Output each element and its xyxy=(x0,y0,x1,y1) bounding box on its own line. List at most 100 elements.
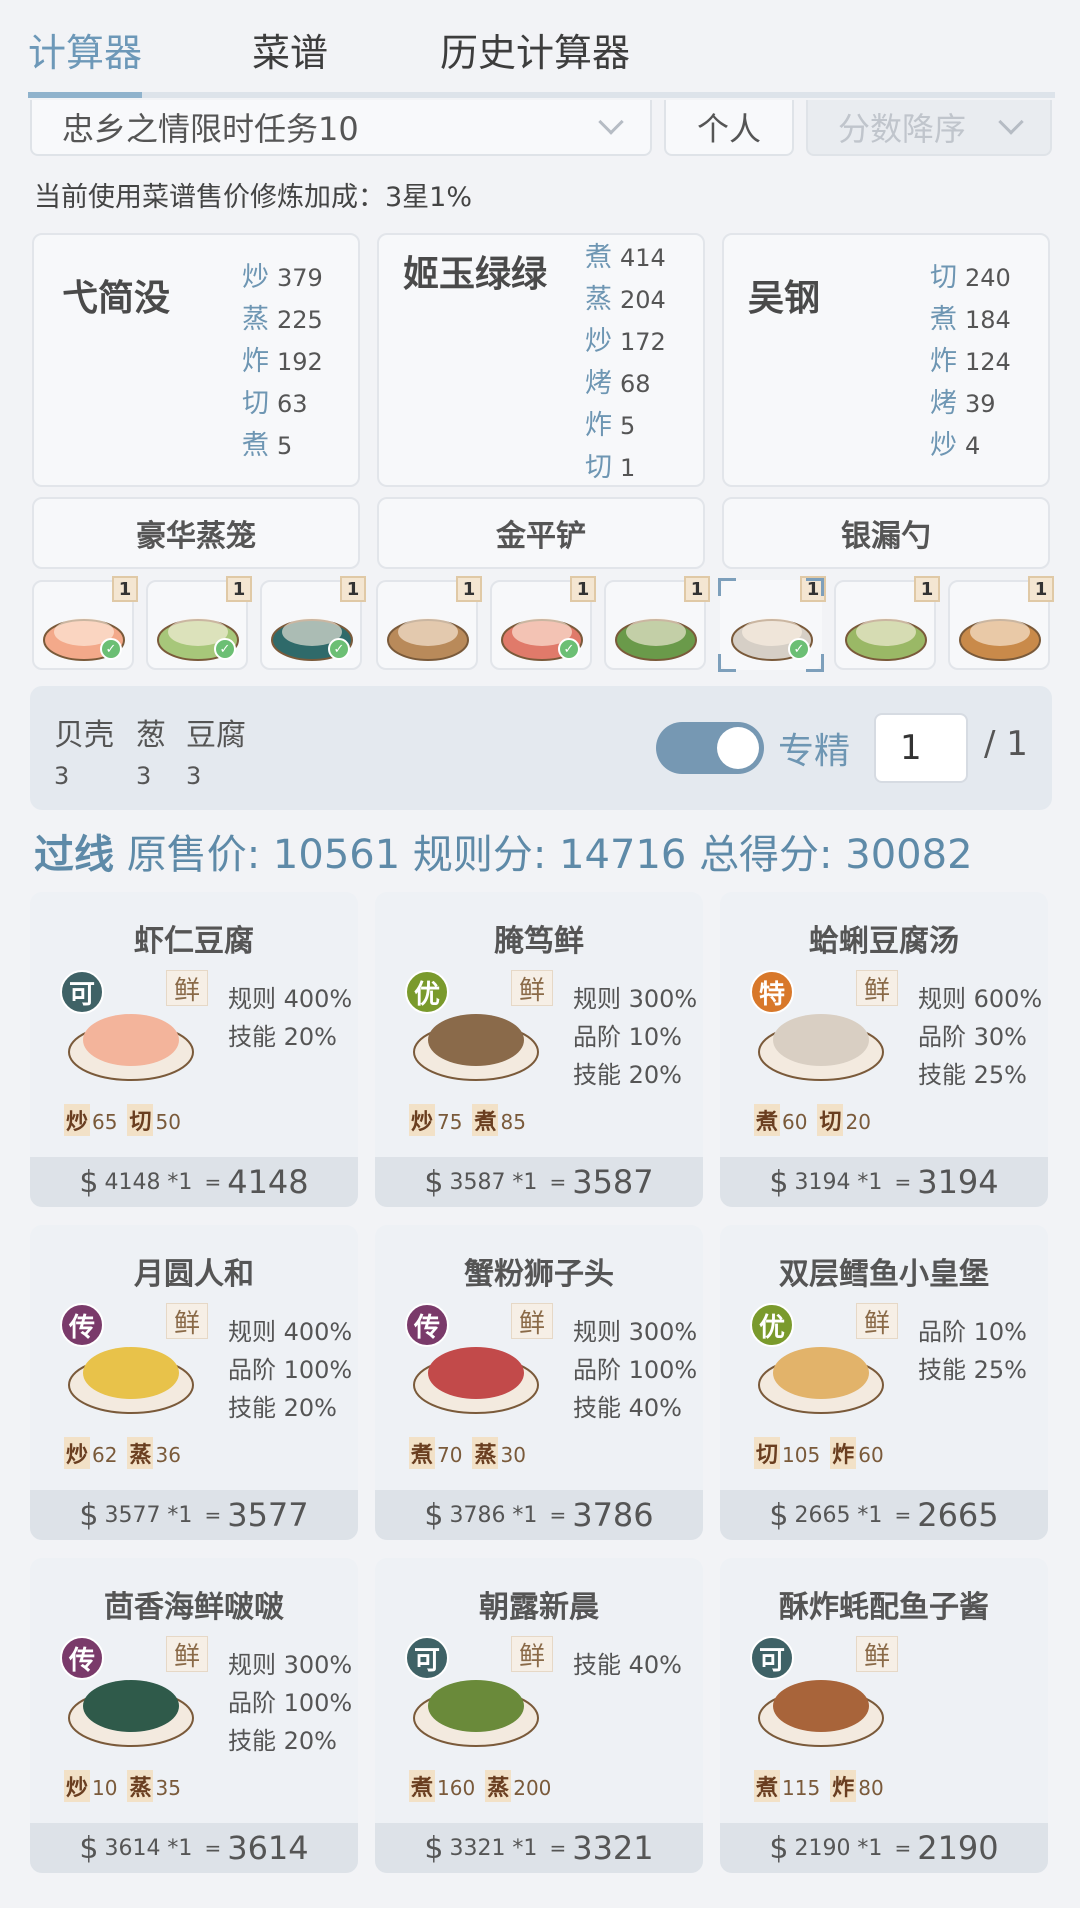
dish-bonus: 品阶 100% xyxy=(228,1689,353,1717)
equipment-slot[interactable]: 豪华蒸笼 xyxy=(32,497,360,569)
dish-bonus: 技能 20% xyxy=(228,1394,337,1422)
dish-card[interactable]: 朝露新晨可 鲜技能 40% 煮 160 蒸 200 $3321 *1 = 3321 xyxy=(375,1558,703,1873)
skill-row: 蒸 204 xyxy=(585,284,666,315)
dish-card[interactable]: 酥炸蚝配鱼子酱可 鲜煮 115 炸 80 $2190 *1 = 2190 xyxy=(720,1558,1048,1873)
score-summary: 过线 原售价: 10561 规则分: 14716 总得分: 30082 xyxy=(34,822,973,880)
skill-row: 煮 414 xyxy=(585,242,666,273)
skill-row: 烤 39 xyxy=(930,388,996,419)
chef-card[interactable]: 弋简没 炒 379 蒸 225 炸 192 切 63 煮5 xyxy=(32,233,360,487)
selection-corner xyxy=(718,578,736,596)
dish-bonus-list: 规则 600% 品阶 30% 技能 25% xyxy=(918,980,1042,1094)
dish-total-price: 3587 xyxy=(572,1163,654,1201)
dish-skill: 炸 60 xyxy=(830,1437,884,1469)
dish-bonus-list: 规则 300% 品阶 100% 技能 20% xyxy=(228,1646,352,1760)
dish-price-row: $3786 *1 = 3786 xyxy=(375,1490,703,1540)
dish-price-row: $3194 *1 = 3194 xyxy=(720,1157,1048,1207)
dish-base-price: 3614 *1 xyxy=(104,1835,193,1861)
recipe-bonus-info: 当前使用菜谱售价修炼加成：3星1% xyxy=(34,182,473,213)
dish-skill: 煮 160 xyxy=(409,1770,475,1802)
dish-bonus: 品阶 30% xyxy=(918,1023,1027,1051)
chef-name: 弋简没 xyxy=(62,278,171,319)
chef-card[interactable]: 吴钢 切 240 煮 184 炸 124 烤 39 炒4 xyxy=(722,233,1050,487)
task-select[interactable]: 忠乡之情限时任务10 xyxy=(30,100,652,156)
rule-score-label: 规则分: xyxy=(412,832,547,878)
dish-price-row: $2665 *1 = 2665 xyxy=(720,1490,1048,1540)
skill-row: 蒸 225 xyxy=(242,304,323,335)
dish-bonus: 技能 40% xyxy=(573,1394,682,1422)
dish-skill-requirements: 煮 70 蒸 30 xyxy=(409,1437,526,1469)
recipe-thumbnail[interactable]: 1 ✓ xyxy=(490,576,596,670)
equals-sign: = xyxy=(549,1170,567,1194)
dish-base-price: 2665 *1 xyxy=(794,1502,883,1528)
dish-bonus: 技能 20% xyxy=(228,1727,337,1755)
grade-badge: 优 xyxy=(750,1303,794,1347)
dish-bonus-list: 技能 40% xyxy=(573,1646,682,1684)
dish-bonus: 技能 20% xyxy=(573,1061,682,1089)
recipe-count-badge: 1 xyxy=(112,576,138,602)
chef-name: 姬玉绿绿 xyxy=(403,254,548,295)
dish-title: 月圆人和 xyxy=(134,1257,254,1292)
recipe-thumbnail[interactable]: 1 ✓ xyxy=(260,576,366,670)
ingredient-qty: 3 xyxy=(186,762,202,790)
mode-select[interactable]: 个人 xyxy=(664,100,794,156)
dish-card[interactable]: 腌笃鲜优 鲜规则 300% 品阶 10% 技能 20% 炒 75 煮 85 $3587 *1 = 3… xyxy=(375,892,703,1207)
dish-card[interactable]: 双层鳕鱼小皇堡优 鲜品阶 10% 技能 25% 切 105 炸 60 $2665 *1 = 266… xyxy=(720,1225,1048,1540)
recipe-thumbnail[interactable]: 1 ✓ xyxy=(32,576,138,670)
dish-skill: 切 105 xyxy=(754,1437,820,1469)
dish-card[interactable]: 月圆人和传 鲜规则 400% 品阶 100% 技能 20% 炒 62 蒸 36 $3577 *1… xyxy=(30,1225,358,1540)
recipe-thumbnail[interactable]: 1 ✓ xyxy=(718,576,826,672)
fresh-tag: 鲜 xyxy=(166,1636,208,1672)
currency-icon: $ xyxy=(79,1497,99,1533)
currency-icon: $ xyxy=(79,1830,99,1866)
dish-skill: 煮 60 xyxy=(754,1104,807,1136)
recipe-thumbnail[interactable]: 1 xyxy=(376,576,482,670)
equals-sign: = xyxy=(894,1170,912,1194)
dish-skill: 煮 85 xyxy=(472,1104,526,1136)
currency-icon: $ xyxy=(769,1497,789,1533)
currency-icon: $ xyxy=(79,1164,99,1200)
recipe-thumbnail[interactable]: 1 xyxy=(948,576,1054,670)
dish-price-row: $2190 *1 = 2190 xyxy=(720,1823,1048,1873)
dish-title: 腌笃鲜 xyxy=(494,924,584,959)
dish-skill-requirements: 炒 75 煮 85 xyxy=(409,1104,526,1136)
specialty-toggle[interactable] xyxy=(656,722,764,774)
currency-icon: $ xyxy=(769,1164,789,1200)
fresh-tag: 鲜 xyxy=(856,970,898,1006)
tab-recipes[interactable]: 菜谱 xyxy=(252,22,328,77)
dish-card[interactable]: 蟹粉狮子头传 鲜规则 300% 品阶 100% 技能 40% 煮 70 蒸 30 $3786 *… xyxy=(375,1225,703,1540)
dish-card[interactable]: 蛤蜊豆腐汤特 鲜规则 600% 品阶 30% 技能 25% 煮 60 切 20 $3194 *1… xyxy=(720,892,1048,1207)
sort-select[interactable]: 分数降序 xyxy=(806,100,1052,156)
recipe-count-badge: 1 xyxy=(570,576,596,602)
equals-sign: = xyxy=(549,1836,567,1860)
toggle-knob xyxy=(717,727,759,769)
dish-card[interactable]: 茴香海鲜啵啵传 鲜规则 300% 品阶 100% 技能 20% 炒 10 蒸 35 $3614 … xyxy=(30,1558,358,1873)
equals-sign: = xyxy=(204,1503,222,1527)
equals-sign: = xyxy=(894,1836,912,1860)
dish-card[interactable]: 虾仁豆腐可 鲜规则 400% 技能 20% 炒 65 切 50 $4148 *1 = 4148 xyxy=(30,892,358,1207)
tab-calculator[interactable]: 计算器 xyxy=(28,22,142,77)
grade-badge: 传 xyxy=(60,1636,104,1680)
dish-title: 虾仁豆腐 xyxy=(134,924,254,959)
recipe-thumbnail[interactable]: 1 xyxy=(834,576,940,670)
page-total: / 1 xyxy=(984,724,1028,764)
skill-row: 炒4 xyxy=(930,430,981,461)
equipment-slot[interactable]: 银漏勺 xyxy=(722,497,1050,569)
page-input[interactable]: 1 xyxy=(874,713,968,783)
check-icon: ✓ xyxy=(214,638,236,660)
recipe-thumbnail[interactable]: 1 ✓ xyxy=(146,576,252,670)
chef-card[interactable]: 姬玉绿绿 煮 414 蒸 204 炒 172 烤 68 炸5 切1 xyxy=(377,233,705,487)
dish-skill: 炒 10 xyxy=(64,1770,117,1802)
dish-total-price: 3321 xyxy=(572,1829,654,1867)
dish-title: 蛤蜊豆腐汤 xyxy=(809,924,959,959)
recipe-count-badge: 1 xyxy=(456,576,482,602)
dish-bonus: 规则 300% xyxy=(573,985,698,1013)
check-icon: ✓ xyxy=(100,638,122,660)
chef-skill-list: 切 240 煮 184 炸 124 烤 39 炒4 xyxy=(930,257,1011,467)
dish-bonus-list: 规则 400% 品阶 100% 技能 20% xyxy=(228,1313,352,1427)
ingredient-name: 葱 xyxy=(136,718,166,753)
tab-history-calculator[interactable]: 历史计算器 xyxy=(440,22,630,77)
recipe-thumbnail[interactable]: 1 xyxy=(604,576,710,670)
dish-bonus: 技能 25% xyxy=(918,1061,1027,1089)
grade-badge: 特 xyxy=(750,970,794,1014)
equipment-slot[interactable]: 金平铲 xyxy=(377,497,705,569)
